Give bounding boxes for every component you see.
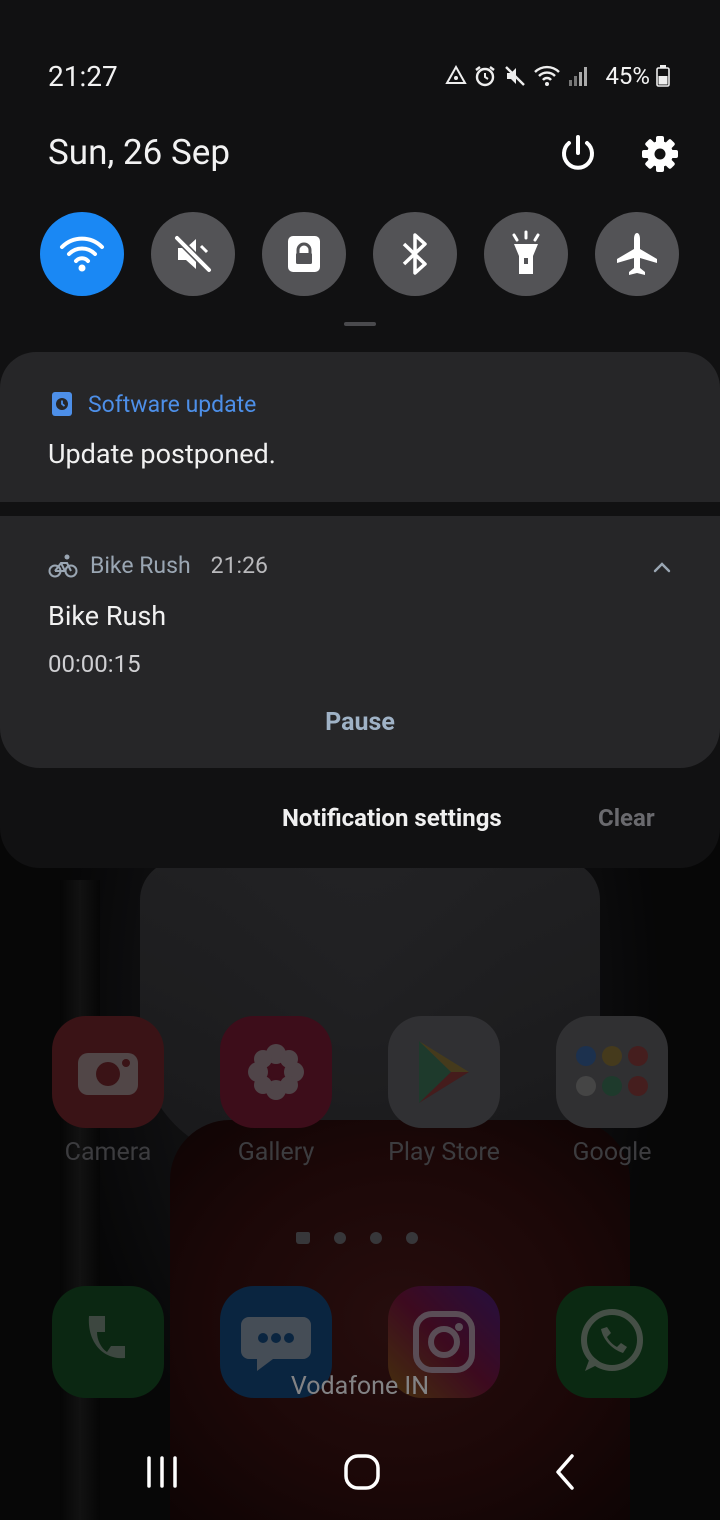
- qs-sound-toggle[interactable]: [151, 212, 235, 296]
- notification-title: Bike Rush: [48, 600, 167, 632]
- shade-drag-handle[interactable]: [344, 322, 376, 326]
- mute-icon: [174, 235, 212, 273]
- battery-icon: [656, 65, 670, 87]
- notification-settings-button[interactable]: Notification settings: [282, 804, 502, 832]
- settings-gear-icon[interactable]: [638, 132, 682, 176]
- qs-airplane-toggle[interactable]: [595, 212, 679, 296]
- recycle-icon: [445, 65, 468, 84]
- wifi-icon: [60, 236, 104, 272]
- notification-app-name: Software update: [88, 390, 257, 418]
- pause-button[interactable]: Pause: [0, 708, 720, 737]
- back-icon[interactable]: [546, 1452, 586, 1492]
- lock-icon: [288, 236, 320, 272]
- signal-icon: [569, 67, 588, 86]
- qs-bluetooth-toggle[interactable]: [373, 212, 457, 296]
- power-icon[interactable]: [556, 132, 600, 176]
- notification-shade: 21:27 45% Sun, 26 Sep Software update Up…: [0, 0, 720, 868]
- notification-timer: 00:00:15: [48, 650, 141, 678]
- notification-app-name: Bike Rush: [90, 552, 191, 579]
- notification-software-update[interactable]: Software update Update postponed.: [0, 352, 720, 502]
- airplane-icon: [617, 233, 657, 275]
- alarm-icon: [475, 66, 496, 87]
- collapse-chevron-up-icon[interactable]: [652, 558, 672, 578]
- home-button-icon[interactable]: [342, 1452, 382, 1492]
- status-time: 21:27: [48, 60, 118, 93]
- notification-text: Update postponed.: [48, 438, 276, 470]
- notification-header: Software update: [48, 390, 256, 418]
- recent-apps-icon[interactable]: [142, 1452, 182, 1492]
- notification-header: Bike Rush 21:26: [48, 552, 268, 579]
- bluetooth-icon: [402, 233, 427, 275]
- qs-wifi-toggle[interactable]: [40, 212, 124, 296]
- mute-status-icon: [505, 66, 526, 86]
- software-update-icon: [52, 392, 72, 416]
- quick-settings-row: [40, 212, 679, 296]
- status-icons: 45%: [445, 62, 670, 90]
- wifi-status-icon: [534, 65, 561, 86]
- notification-time: 21:26: [210, 552, 268, 579]
- shade-date: Sun, 26 Sep: [48, 132, 230, 173]
- clear-button[interactable]: Clear: [598, 804, 655, 832]
- bicycle-icon: [48, 554, 78, 577]
- qs-flashlight-toggle[interactable]: [484, 212, 568, 296]
- battery-percent: 45%: [605, 62, 650, 90]
- flashlight-icon: [512, 230, 540, 274]
- qs-rotation-lock-toggle[interactable]: [262, 212, 346, 296]
